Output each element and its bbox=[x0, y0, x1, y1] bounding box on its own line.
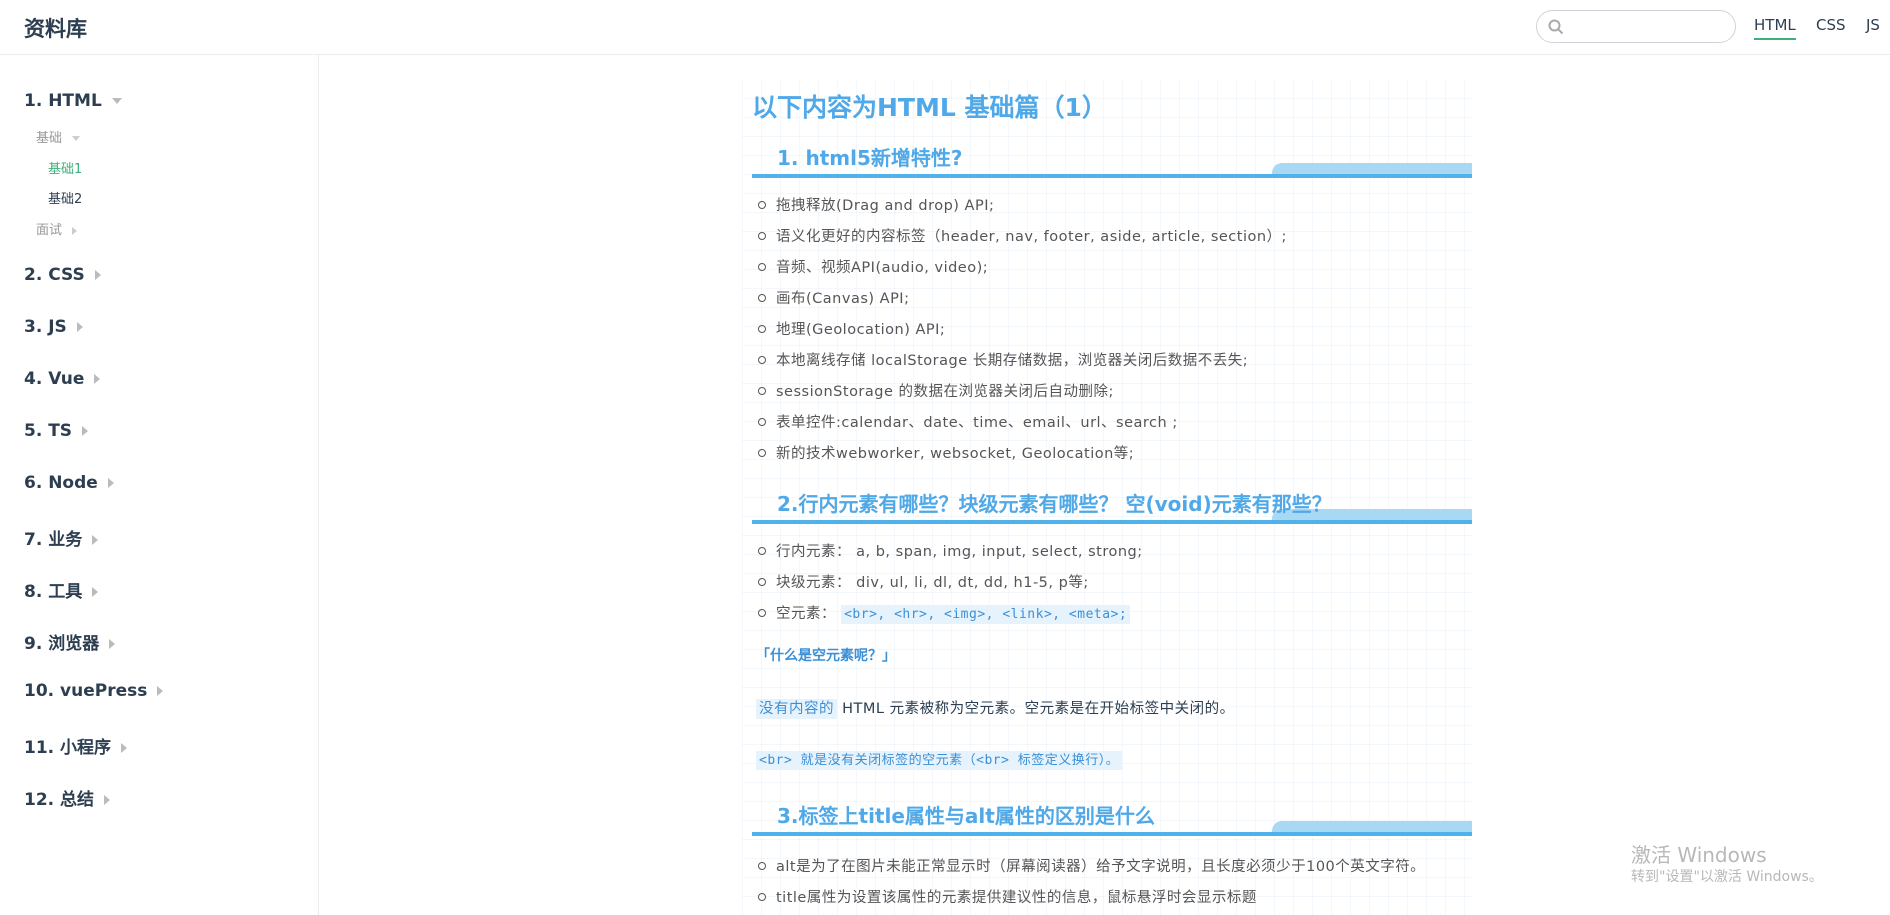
heading-underline bbox=[752, 520, 1472, 524]
chevron-right-icon bbox=[121, 743, 128, 753]
chevron-right-icon bbox=[92, 587, 99, 597]
sidebar-group-label: 2. CSS bbox=[24, 265, 85, 285]
section-heading-text: 3.标签上title属性与alt属性的区别是什么 bbox=[777, 804, 1155, 828]
sidebar-group-label: 7. 业务 bbox=[24, 530, 83, 550]
sidebar-group-js[interactable]: 3. JS bbox=[24, 317, 83, 337]
sidebar-group-summary[interactable]: 12. 总结 bbox=[24, 785, 111, 810]
sidebar-item-basics1[interactable]: 基础1 bbox=[48, 158, 82, 177]
section-heading-3: 3.标签上title属性与alt属性的区别是什么 bbox=[752, 800, 1472, 836]
sidebar: 1. HTML 基础 基础1 基础2 面试 2. CSS 3. JS 4. Vu… bbox=[0, 55, 319, 915]
chevron-right-icon bbox=[82, 426, 89, 436]
list-item: 语义化更好的内容标签（header, nav, footer, aside, a… bbox=[758, 225, 1287, 246]
chevron-right-icon bbox=[109, 639, 116, 649]
list-item-void: 空元素： <br>, <hr>, <img>, <link>, <meta>; bbox=[757, 602, 1131, 624]
search-icon bbox=[1548, 19, 1564, 35]
list-item: title属性为设置该属性的元素提供建议性的信息，鼠标悬浮时会显示标题 bbox=[758, 886, 1257, 907]
quote-question: 「什么是空元素呢？」 bbox=[756, 648, 896, 664]
heading-decoration bbox=[1272, 163, 1472, 174]
heading-underline bbox=[752, 174, 1472, 178]
sidebar-group-label: 12. 总结 bbox=[24, 790, 95, 810]
search-box[interactable] bbox=[1536, 10, 1736, 43]
highlight-text: 没有内容的 bbox=[756, 699, 837, 719]
sidebar-group-miniprogram[interactable]: 11. 小程序 bbox=[24, 733, 128, 758]
void-label: 空元素： bbox=[776, 606, 836, 622]
list-item: 表单控件:calendar、date、time、email、url、search… bbox=[758, 411, 1178, 432]
sidebar-group-label: 3. JS bbox=[24, 317, 67, 337]
chevron-down-icon bbox=[72, 136, 81, 141]
list-item: 画布(Canvas) API; bbox=[757, 287, 909, 308]
inline-code: <br>, <hr>, <img>, <link>, <meta>; bbox=[841, 605, 1131, 624]
chevron-right-icon bbox=[107, 478, 114, 488]
chevron-right-icon bbox=[76, 322, 83, 332]
sidebar-group-css[interactable]: 2. CSS bbox=[24, 265, 101, 285]
nav-link-css[interactable]: CSS bbox=[1816, 16, 1846, 34]
nav-link-html[interactable]: HTML bbox=[1754, 16, 1796, 40]
chevron-right-icon bbox=[94, 270, 101, 280]
list-item: 地理(Geolocation) API; bbox=[757, 318, 945, 339]
sidebar-item-basics2[interactable]: 基础2 bbox=[48, 188, 82, 207]
chevron-right-icon bbox=[94, 374, 101, 384]
sidebar-group-label: 8. 工具 bbox=[24, 582, 83, 602]
list-item: 音频、视频API(audio, video); bbox=[757, 256, 988, 277]
sidebar-sub-label: 面试 bbox=[36, 223, 63, 238]
windows-activation-title: 激活 Windows bbox=[1631, 843, 1767, 867]
chevron-right-icon bbox=[92, 535, 99, 545]
site-name[interactable]: 资料库 bbox=[24, 13, 87, 43]
chevron-right-icon bbox=[104, 795, 111, 805]
sidebar-group-tools[interactable]: 8. 工具 bbox=[24, 577, 99, 602]
sidebar-sub-interview[interactable]: 面试 bbox=[36, 219, 78, 238]
sidebar-group-ts[interactable]: 5. TS bbox=[24, 421, 89, 441]
paragraph-text: HTML 元素被称为空元素。空元素是在开始标签中关闭的。 bbox=[837, 701, 1235, 717]
windows-activation-hint: 转到"设置"以激活 Windows。 bbox=[1631, 869, 1823, 885]
list-item: 行内元素： a, b, span, img, input, select, st… bbox=[758, 540, 1143, 561]
paragraph: 没有内容的 HTML 元素被称为空元素。空元素是在开始标签中关闭的。 bbox=[756, 697, 1235, 719]
page-title: 以下内容为HTML 基础篇（1） bbox=[752, 93, 1107, 122]
paragraph-br: <br> 就是没有关闭标签的空元素（<br> 标签定义换行）。 bbox=[756, 749, 1123, 770]
chevron-down-icon bbox=[111, 98, 122, 104]
sidebar-sub-label: 基础 bbox=[36, 131, 63, 146]
heading-decoration bbox=[1272, 821, 1472, 832]
sidebar-group-label: 9. 浏览器 bbox=[24, 634, 100, 654]
sidebar-group-vue[interactable]: 4. Vue bbox=[24, 369, 101, 389]
list-item: 块级元素： div, ul, li, dl, dt, dd, h1-5, p等; bbox=[758, 571, 1089, 592]
sidebar-group-html[interactable]: 1. HTML bbox=[24, 91, 122, 111]
list-item: 本地离线存储 localStorage 长期存储数据，浏览器关闭后数据不丢失; bbox=[757, 349, 1248, 370]
inline-code: <br> 就是没有关闭标签的空元素（<br> 标签定义换行）。 bbox=[756, 751, 1123, 770]
list-item: alt是为了在图片未能正常显示时（屏幕阅读器）给予文字说明，且长度必须少于100… bbox=[757, 855, 1425, 876]
search-input[interactable] bbox=[1571, 15, 1725, 39]
list-item: 拖拽释放(Drag and drop) API; bbox=[757, 194, 994, 215]
section-heading-text: 2.行内元素有哪些？块级元素有哪些？ 空(void)元素有那些？ bbox=[777, 492, 1332, 516]
section-heading-2: 2.行内元素有哪些？块级元素有哪些？ 空(void)元素有那些？ bbox=[752, 488, 1472, 524]
heading-underline bbox=[752, 832, 1472, 836]
section-heading-1: 1. html5新增特性? bbox=[752, 142, 1472, 178]
sidebar-group-label: 1. HTML bbox=[24, 91, 102, 111]
chevron-right-icon bbox=[72, 226, 78, 235]
sidebar-group-vuepress[interactable]: 10. vuePress bbox=[24, 681, 164, 701]
sidebar-group-label: 4. Vue bbox=[24, 369, 85, 389]
sidebar-group-label: 5. TS bbox=[24, 421, 73, 441]
navbar: 资料库 HTML CSS JS bbox=[0, 0, 1890, 55]
sidebar-group-label: 6. Node bbox=[24, 473, 98, 493]
sidebar-group-node[interactable]: 6. Node bbox=[24, 473, 114, 493]
list-item: sessionStorage 的数据在浏览器关闭后自动删除; bbox=[758, 380, 1114, 401]
sidebar-group-browser[interactable]: 9. 浏览器 bbox=[24, 629, 116, 654]
section-heading-text: 1. html5新增特性? bbox=[777, 146, 963, 170]
sidebar-group-business[interactable]: 7. 业务 bbox=[24, 525, 99, 550]
sidebar-sub-basics[interactable]: 基础 bbox=[36, 127, 81, 146]
chevron-right-icon bbox=[157, 686, 164, 696]
nav-link-js[interactable]: JS bbox=[1866, 16, 1880, 34]
list-item: 新的技术webworker, websocket, Geolocation等; bbox=[757, 442, 1134, 463]
sidebar-group-label: 10. vuePress bbox=[24, 681, 148, 701]
sidebar-group-label: 11. 小程序 bbox=[24, 738, 112, 758]
